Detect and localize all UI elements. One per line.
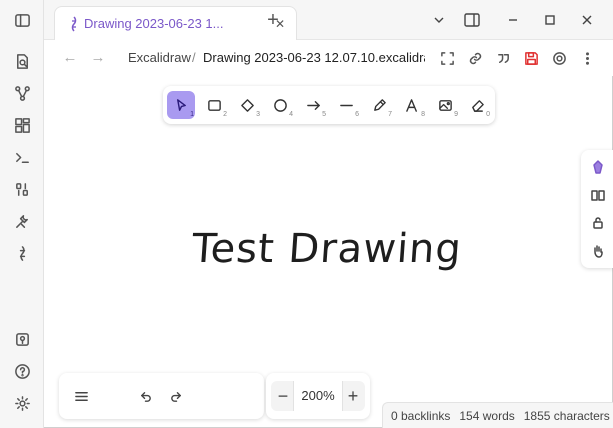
undo-icon[interactable] [136, 387, 154, 405]
title-bar: Drawing 2023-06-23 1... ✕ + [44, 0, 613, 40]
shape-toolbar: 1 2 3 4 5 6 7 8 9 0 [163, 86, 495, 124]
tool-key: 1 [190, 111, 194, 118]
pointer-icon [176, 98, 186, 111]
right-sidebar-toggle-icon[interactable] [462, 10, 482, 30]
new-tab-button[interactable]: + [263, 10, 283, 30]
diamond-icon [240, 98, 254, 112]
eraser-tool[interactable]: 0 [463, 91, 491, 119]
canvas-icon[interactable] [11, 114, 33, 136]
right-side-panel [581, 150, 613, 268]
tab-title: Drawing 2023-06-23 1... [84, 16, 224, 31]
save-icon[interactable] [522, 49, 540, 67]
library-book-icon[interactable] [589, 186, 607, 204]
image-icon [438, 99, 452, 111]
tool-key: 3 [256, 111, 260, 118]
more-options-icon[interactable] [578, 49, 596, 67]
status-words: 154 words [459, 408, 515, 423]
tool-key: 4 [289, 111, 293, 118]
tab-list-chevron-icon[interactable] [429, 10, 449, 30]
help-icon[interactable] [11, 360, 33, 382]
excalidraw-icon[interactable] [11, 242, 33, 264]
rectangle-tool[interactable]: 2 [200, 91, 228, 119]
zoom-in-button[interactable]: + [343, 385, 363, 407]
pencil-icon [373, 98, 386, 111]
graph-view-icon[interactable] [11, 82, 33, 104]
tool-key: 6 [355, 111, 359, 118]
back-arrow-icon[interactable]: ← [62, 50, 78, 66]
tool-key: 5 [322, 111, 326, 118]
line-tool[interactable]: 6 [332, 91, 360, 119]
hamburger-menu-icon[interactable] [72, 387, 90, 405]
tab-drawing[interactable]: Drawing 2023-06-23 1... ✕ [54, 6, 297, 40]
bottom-menu-bar [59, 373, 264, 419]
tool-key: 9 [454, 111, 458, 118]
settings-icon[interactable] [11, 392, 33, 414]
canvas-text-element[interactable]: Test Drawing [190, 226, 463, 272]
tools-icon[interactable] [11, 210, 33, 232]
status-bar: 0 backlinks 154 words 1855 characters [382, 402, 613, 428]
vault-icon[interactable] [11, 328, 33, 350]
hand-pan-icon[interactable] [589, 242, 607, 260]
selection-tool[interactable]: 1 [167, 91, 195, 119]
status-characters: 1855 characters [523, 408, 610, 423]
binary-icon[interactable] [11, 178, 33, 200]
tool-key: 2 [223, 111, 227, 118]
breadcrumb-current[interactable]: Drawing 2023-06-23 12.07.10.excalidraw [203, 50, 425, 65]
breadcrumb-parent[interactable]: Excalidraw [128, 50, 191, 65]
status-backlinks[interactable]: 0 backlinks [391, 409, 450, 423]
obsidian-tools-icon[interactable] [550, 49, 568, 67]
view-header: ← → Excalidraw / Drawing 2023-06-23 12.0… [44, 40, 613, 76]
eraser-icon [471, 99, 484, 112]
zoom-out-button[interactable]: − [273, 385, 293, 407]
close-window-icon[interactable] [577, 10, 597, 30]
excalidraw-tab-icon [71, 16, 77, 32]
breadcrumb-separator: / [192, 50, 196, 65]
ellipse-icon [273, 98, 287, 112]
tool-key: 7 [388, 111, 392, 118]
arrow-icon [306, 100, 320, 110]
redo-icon[interactable] [167, 387, 185, 405]
zoom-inner: − 200% + [271, 381, 365, 411]
fullscreen-icon[interactable] [438, 49, 456, 67]
link-icon[interactable] [466, 49, 484, 67]
tool-key: 8 [421, 111, 425, 118]
search-files-icon[interactable] [11, 50, 33, 72]
maximize-icon[interactable] [540, 10, 560, 30]
arrow-tool[interactable]: 5 [299, 91, 327, 119]
ellipse-tool[interactable]: 4 [266, 91, 294, 119]
obsidian-crystal-icon[interactable] [589, 158, 607, 176]
quote-icon[interactable] [494, 49, 512, 67]
tool-key: 0 [486, 111, 490, 118]
minimize-icon[interactable] [503, 10, 523, 30]
zoom-controls: − 200% + [266, 373, 370, 419]
zoom-level[interactable]: 200% [293, 381, 343, 411]
lock-icon[interactable] [589, 214, 607, 232]
draw-tool[interactable]: 7 [365, 91, 393, 119]
left-ribbon [0, 0, 44, 428]
text-tool[interactable]: 8 [398, 91, 426, 119]
diamond-tool[interactable]: 3 [233, 91, 261, 119]
forward-arrow-icon[interactable]: → [90, 50, 106, 66]
command-palette-icon[interactable] [11, 146, 33, 168]
image-tool[interactable]: 9 [431, 91, 459, 119]
line-icon [339, 104, 353, 106]
rectangle-icon [207, 99, 221, 111]
sidebar-toggle-icon[interactable] [11, 9, 33, 31]
text-icon [405, 98, 417, 112]
